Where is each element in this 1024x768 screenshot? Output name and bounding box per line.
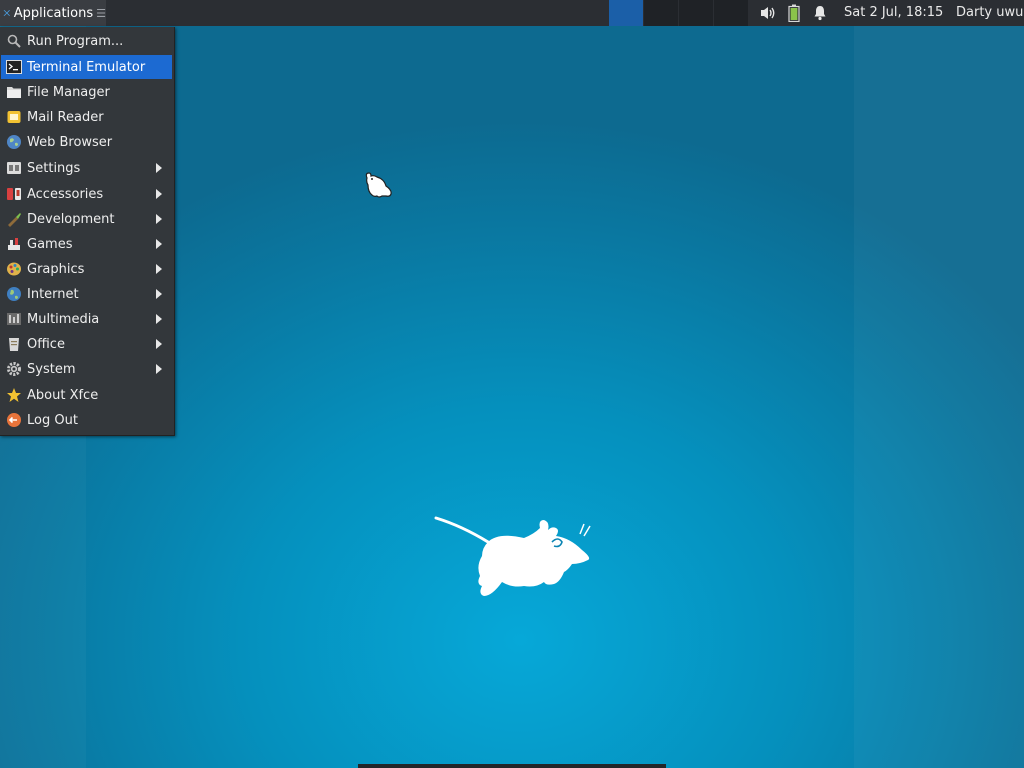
- workspace-2[interactable]: [643, 0, 678, 26]
- user-name[interactable]: Darty uwu: [956, 5, 1023, 20]
- menu-item-games[interactable]: Games: [1, 232, 172, 256]
- internet-globe-icon: [7, 287, 21, 301]
- workspace-4[interactable]: [713, 0, 748, 26]
- top-panel: Applications ☰ Sat 2 Jul, 18:15 Darty uw…: [0, 0, 1024, 26]
- menu-item-label: System: [27, 361, 76, 377]
- development-icon: [8, 213, 21, 227]
- menu-item-internet[interactable]: Internet: [1, 282, 172, 306]
- menu-item-label: Log Out: [27, 412, 78, 428]
- submenu-arrow-icon: [156, 189, 162, 199]
- submenu-arrow-icon: [156, 264, 162, 274]
- xfce-logo-icon: [3, 10, 11, 16]
- menu-item-mail-reader[interactable]: Mail Reader: [1, 105, 172, 129]
- battery-icon[interactable]: [784, 4, 804, 22]
- menu-item-system[interactable]: System: [1, 357, 172, 381]
- palette-icon: [7, 262, 21, 276]
- menu-item-accessories[interactable]: Accessories: [1, 182, 172, 206]
- submenu-arrow-icon: [156, 339, 162, 349]
- xfce-mouse-logo-icon: [434, 516, 591, 596]
- settings-icon: [7, 162, 21, 174]
- folder-icon: [7, 87, 21, 98]
- menu-item-label: File Manager: [27, 84, 110, 100]
- accessories-icon: [7, 188, 21, 200]
- menu-item-label: Multimedia: [27, 311, 100, 327]
- menu-item-label: Accessories: [27, 186, 104, 202]
- menu-item-terminal-emulator[interactable]: Terminal Emulator: [1, 55, 172, 79]
- menu-item-label: Games: [27, 236, 73, 252]
- menu-item-development[interactable]: Development: [1, 207, 172, 231]
- workspace-1[interactable]: [608, 0, 643, 26]
- terminal-icon: [6, 60, 22, 74]
- menu-item-web-browser[interactable]: Web Browser: [1, 130, 172, 154]
- volume-icon[interactable]: [758, 4, 778, 22]
- menu-item-label: Mail Reader: [27, 109, 104, 125]
- multimedia-icon: [7, 313, 21, 325]
- menu-item-label: About Xfce: [27, 387, 99, 403]
- system-tray: [758, 0, 836, 26]
- applications-menu-button[interactable]: Applications ☰: [0, 0, 106, 26]
- submenu-arrow-icon: [156, 314, 162, 324]
- menu-item-label: Graphics: [27, 261, 85, 277]
- menu-item-file-manager[interactable]: File Manager: [1, 80, 172, 104]
- menu-item-multimedia[interactable]: Multimedia: [1, 307, 172, 331]
- clock[interactable]: Sat 2 Jul, 18:15: [844, 5, 943, 20]
- applications-label: Applications: [13, 5, 94, 21]
- menu-item-label: Internet: [27, 286, 79, 302]
- mail-icon: [7, 111, 21, 123]
- submenu-arrow-icon: [156, 214, 162, 224]
- menu-item-label: Settings: [27, 160, 81, 176]
- search-icon: [7, 34, 21, 48]
- submenu-arrow-icon: [156, 163, 162, 173]
- desktop-shade: [854, 26, 1024, 768]
- notification-bell-icon[interactable]: [810, 4, 830, 22]
- menu-item-label: Web Browser: [27, 134, 113, 150]
- bottom-panel[interactable]: [358, 764, 666, 768]
- logout-icon: [7, 413, 21, 427]
- menu-item-log-out[interactable]: Log Out: [1, 408, 172, 432]
- globe-icon: [7, 135, 21, 149]
- workspace-3[interactable]: [678, 0, 713, 26]
- submenu-arrow-icon: [156, 364, 162, 374]
- menu-item-label: Run Program...: [27, 33, 124, 49]
- menu-item-settings[interactable]: Settings: [1, 156, 172, 180]
- menu-item-label: Terminal Emulator: [27, 59, 146, 75]
- applications-menu: Run Program... Terminal Emulator File Ma…: [0, 27, 175, 436]
- drag-handle-icon: ☰: [96, 6, 106, 20]
- submenu-arrow-icon: [156, 239, 162, 249]
- gear-icon: [7, 362, 21, 376]
- menu-item-run-program[interactable]: Run Program...: [1, 29, 172, 53]
- games-icon: [8, 238, 20, 250]
- mouse-pointer-icon: [365, 172, 392, 198]
- menu-item-label: Development: [27, 211, 115, 227]
- menu-item-graphics[interactable]: Graphics: [1, 257, 172, 281]
- menu-item-label: Office: [27, 336, 65, 352]
- submenu-arrow-icon: [156, 289, 162, 299]
- workspace-switcher[interactable]: [608, 0, 748, 26]
- office-icon: [9, 338, 19, 351]
- menu-item-about-xfce[interactable]: About Xfce: [1, 383, 172, 407]
- menu-item-office[interactable]: Office: [1, 332, 172, 356]
- star-icon: [7, 388, 21, 402]
